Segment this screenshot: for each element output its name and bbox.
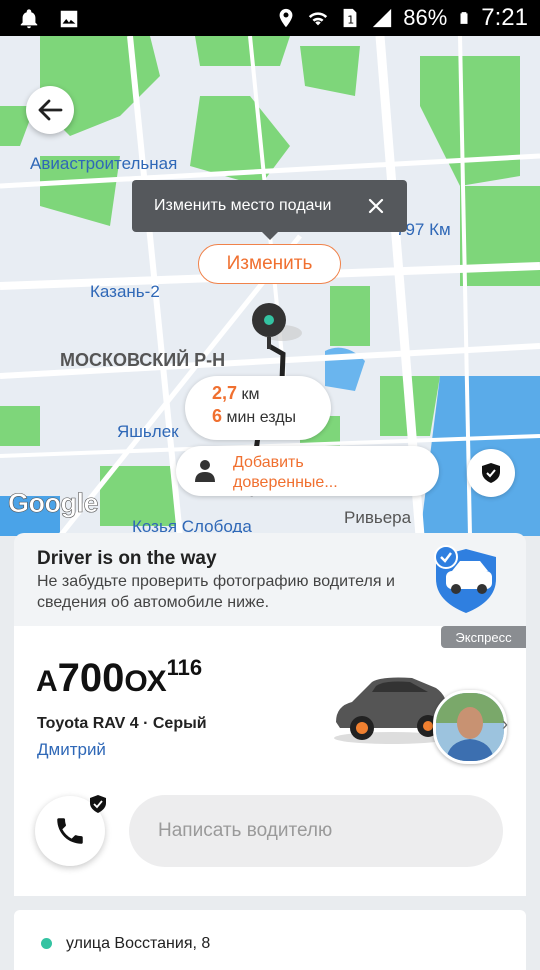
chevron-right-icon[interactable]: › [502, 714, 508, 735]
svg-text:1: 1 [347, 14, 354, 27]
tooltip-text: Изменить место подачи [154, 197, 332, 214]
clock: 7:21 [481, 4, 528, 31]
driver-card: Экспресс А700ОХ116 Toyota RAV 4 · Серый … [14, 626, 526, 896]
map-label-riviera: Ривьера [344, 508, 412, 527]
driver-photo [436, 693, 504, 761]
map-label-kazan2: Казань-2 [90, 282, 160, 301]
change-pickup-button[interactable]: Изменить [198, 244, 341, 284]
safety-car-shield-icon [434, 545, 496, 613]
tooltip-arrow [262, 232, 278, 240]
person-icon [195, 460, 215, 482]
status-title: Driver is on the way [37, 548, 217, 569]
tariff-badge: Экспресс [441, 626, 526, 648]
eta-distance-unit: км [241, 386, 260, 403]
route-card[interactable]: улица Восстания, 8 [14, 910, 526, 970]
status-sheet: Driver is on the way Не забудьте провери… [14, 533, 526, 633]
google-logo: Google [8, 488, 99, 519]
trusted-line1: Добавить [233, 454, 304, 471]
shield-check-icon [482, 463, 500, 483]
phone-icon [57, 818, 83, 844]
battery-icon [460, 12, 468, 24]
driver-avatar[interactable] [433, 690, 507, 764]
map-label-district: МОСКОВСКИЙ Р-Н [60, 350, 226, 370]
status-bar: 1 86% 7:21 [0, 0, 540, 36]
pickup-dot-icon [41, 938, 52, 949]
notification-bell-icon [20, 9, 38, 29]
back-button[interactable] [26, 86, 74, 134]
wifi-icon [309, 12, 328, 26]
shield-check-icon [90, 795, 106, 813]
plate-digits: 700 [57, 656, 125, 700]
pickup-address: улица Восстания, 8 [66, 935, 211, 952]
map-label-yashlek: Яшьлек [117, 422, 179, 441]
map-label-aviastroitelnaya: Авиастроительная [30, 154, 178, 173]
plate-letters: ОХ [124, 665, 167, 698]
message-driver-input[interactable] [129, 795, 503, 867]
add-trusted-contacts-button[interactable]: Добавить доверенные... [176, 446, 439, 496]
eta-time-value: 6 [212, 406, 223, 426]
sim-icon: 1 [343, 8, 357, 28]
trusted-line2: доверенные... [233, 474, 338, 491]
status-subtitle: Не забудьте проверить фотографию водител… [37, 573, 395, 611]
location-icon [279, 8, 293, 28]
close-icon[interactable] [365, 195, 387, 217]
pickup-tooltip: Изменить место подачи [132, 180, 407, 232]
safety-button[interactable] [467, 449, 515, 497]
eta-distance-value: 2,7 [212, 383, 238, 403]
image-icon [60, 10, 78, 28]
eta-bubble: 2,7 км 6 мин езды [185, 376, 331, 440]
plate-letter: А [36, 665, 58, 698]
battery-percent: 86% [403, 5, 448, 30]
signal-icon [373, 8, 392, 28]
driver-name[interactable]: Дмитрий [37, 740, 106, 760]
license-plate: А700ОХ116 [36, 655, 203, 701]
car-model: Toyota RAV 4 · Серый [37, 715, 207, 732]
plate-region: 116 [166, 655, 203, 680]
arrow-left-icon [38, 99, 63, 121]
map[interactable]: Авиастроительная 797 Км Казань-2 МОСКОВС… [0, 36, 540, 536]
eta-time-unit: мин езды [226, 409, 297, 426]
